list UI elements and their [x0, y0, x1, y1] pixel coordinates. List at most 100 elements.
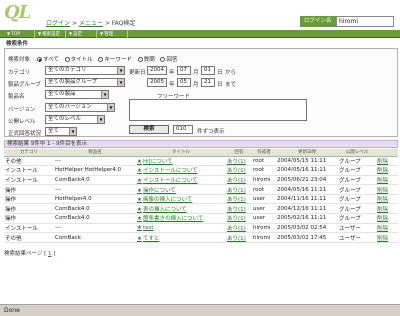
cell-answers-link[interactable]: あり(1): [226, 213, 252, 224]
select-value: 全ての製品: [48, 91, 76, 97]
title-text: てすと: [142, 235, 160, 242]
product-select[interactable]: 全ての製品 ▼: [45, 90, 109, 99]
select-value: 全ての製品グループ: [48, 79, 98, 85]
column-header-category[interactable]: カテゴリ: [4, 149, 54, 157]
cell-date: 2004/05/16 11:11: [276, 165, 338, 176]
delete-link[interactable]: 削除: [376, 184, 398, 195]
product-group-select[interactable]: 全ての製品グループ ▼: [45, 78, 125, 87]
star-icon: ★: [137, 197, 142, 204]
column-header-title[interactable]: タイトル: [136, 149, 226, 157]
date-from-month-input[interactable]: 07: [177, 66, 191, 75]
results-table: カテゴリ 製品名 タイトル 回答 作成者 更新日時 公開レベル その他 --- ★H…: [4, 149, 398, 243]
cell-category: 操作: [4, 194, 54, 205]
dropdown-arrow-icon: ▼: [97, 116, 104, 123]
star-icon: ★: [137, 168, 142, 175]
nav-tab-search-settings[interactable]: ▼検索設定: [35, 30, 66, 38]
column-header-date[interactable]: 更新日時: [276, 149, 338, 157]
target-option-keyword[interactable]: キーワード: [98, 57, 132, 63]
pager-page-link[interactable]: 1: [48, 251, 52, 257]
table-header-row: カテゴリ 製品名 タイトル 回答 作成者 更新日時 公開レベル: [4, 149, 398, 157]
cell-title-link[interactable]: ★画像の挿入について: [136, 194, 226, 205]
cell-category: インストール: [4, 165, 54, 176]
cell-title-link[interactable]: ★test: [136, 223, 226, 234]
delete-link[interactable]: 削除: [376, 223, 398, 234]
login-name-field: hiromi: [336, 16, 394, 27]
month-unit-label: 月: [193, 82, 199, 88]
breadcrumb-login-link[interactable]: ログイン: [46, 20, 70, 27]
radio-icon: [98, 57, 104, 62]
breadcrumb-menu-link[interactable]: メニュー: [79, 20, 103, 27]
column-header-level[interactable]: 公開レベル: [338, 149, 376, 157]
dropdown-arrow-icon: ▼: [117, 67, 124, 74]
login-label: ログイン名: [300, 16, 336, 27]
delete-link[interactable]: 削除: [376, 156, 398, 167]
search-button[interactable]: 検索: [129, 125, 169, 134]
delete-link[interactable]: 削除: [376, 232, 398, 243]
target-option-answer[interactable]: 回答: [160, 57, 177, 63]
nav-tab-settings[interactable]: ▼設定: [66, 30, 97, 38]
nav-tab-label: 検索設定: [42, 32, 61, 37]
nav-tab-admin[interactable]: ▼管理: [97, 30, 128, 38]
cell-date: 2005/03/02 02:54: [276, 223, 338, 234]
per-page-input[interactable]: 010: [173, 125, 193, 134]
cell-answers-link[interactable]: あり(1): [226, 156, 252, 167]
cell-title-link[interactable]: ★インストールについて: [136, 175, 226, 186]
cell-answers-link[interactable]: あり(1): [226, 223, 252, 234]
cell-author: root: [252, 165, 276, 176]
cell-answers-link[interactable]: あり(1): [226, 194, 252, 205]
level-select[interactable]: 全てのレベル ▼: [45, 115, 105, 124]
cell-title-link[interactable]: ★インストールについて: [136, 165, 226, 176]
date-to-year-input[interactable]: 2005: [147, 78, 167, 87]
cell-answers-link[interactable]: あり(1): [226, 203, 252, 215]
cell-author: user: [252, 213, 276, 224]
cell-title-link[interactable]: ★箇条書きの挿入について: [136, 213, 226, 224]
header: QL ログイン > メニュー > FAQ検定 ログイン名 hiromi: [0, 0, 400, 30]
date-to-month-input[interactable]: 05: [177, 78, 191, 87]
table-row: インストール --- ★test あり(1) hiromi 2005/03/02 02:5…: [4, 223, 398, 234]
freeword-textarea[interactable]: [129, 99, 307, 121]
target-option-title[interactable]: タイトル: [64, 57, 93, 63]
target-option-all[interactable]: すべて: [37, 57, 59, 63]
nav-tab-top[interactable]: ▼TOP: [4, 30, 35, 38]
delete-link[interactable]: 削除: [376, 213, 398, 224]
date-from-day-input[interactable]: 01: [201, 66, 215, 75]
date-from-year-input[interactable]: 2004: [147, 66, 167, 75]
delete-link[interactable]: 削除: [376, 194, 398, 205]
cell-title-link[interactable]: ★操作について: [136, 184, 226, 195]
cell-product: HotHelper HotHelper4.0: [54, 165, 136, 176]
official-select[interactable]: 全て ▼: [45, 127, 77, 136]
product-label: 製品名: [8, 94, 25, 100]
radio-label: 質問: [143, 57, 155, 63]
cell-author: hiromi: [252, 223, 276, 234]
status-bar: Done: [0, 304, 400, 316]
column-header-answers[interactable]: 回答: [226, 149, 252, 157]
target-option-question[interactable]: 質問: [137, 57, 155, 63]
cell-date: 2004/11/16 11:11: [276, 194, 338, 205]
column-header-product[interactable]: 製品名: [54, 149, 136, 157]
star-icon: ★: [137, 206, 142, 213]
cell-product: ---: [54, 184, 136, 195]
version-select[interactable]: 全てのバージョン ▼: [45, 103, 115, 112]
pager-bracket: ]: [53, 251, 56, 257]
radio-label: すべて: [43, 57, 59, 63]
delete-link[interactable]: 削除: [376, 203, 398, 215]
date-to-day-input[interactable]: 21: [201, 78, 215, 87]
radio-icon: [137, 57, 143, 62]
cell-product: ---: [54, 223, 136, 234]
triangle-icon: ▼: [100, 31, 104, 36]
cell-title-link[interactable]: ★表の挿入について: [136, 203, 226, 215]
cell-answers-link[interactable]: あり(1): [226, 165, 252, 176]
cell-title-link[interactable]: ★てすと: [136, 232, 226, 243]
delete-link[interactable]: 削除: [376, 175, 398, 186]
official-label: 正式回答状況: [8, 131, 42, 137]
delete-link[interactable]: 削除: [376, 165, 398, 176]
cell-answers-link[interactable]: あり(1): [226, 184, 252, 195]
column-header-author[interactable]: 作成者: [252, 149, 276, 157]
date-from-suffix: から: [225, 70, 237, 76]
category-select[interactable]: 全てのカテゴリ ▼: [45, 66, 125, 75]
cell-answers-link[interactable]: あり(1): [226, 175, 252, 186]
category-label: カテゴリ: [8, 70, 31, 76]
cell-answers-link[interactable]: あり(1): [226, 232, 252, 243]
cell-level: ユーザー: [338, 223, 376, 234]
cell-title-link[interactable]: ★Hi[について: [136, 156, 226, 167]
